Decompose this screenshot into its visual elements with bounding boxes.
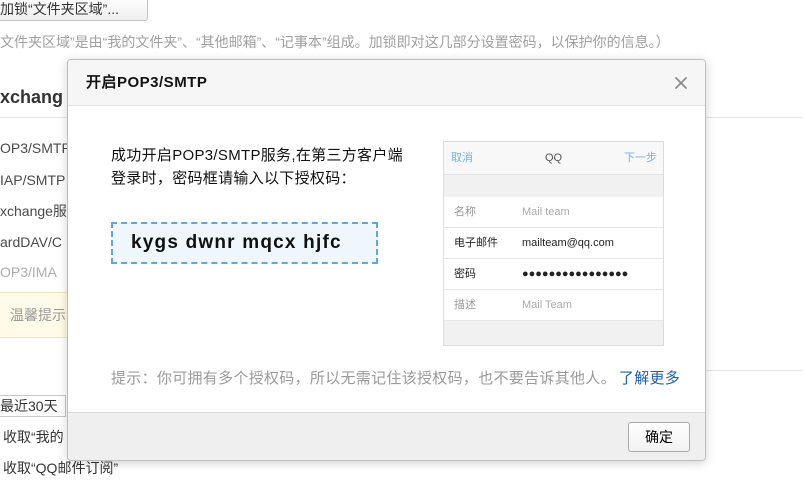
- notice-label: 温馨提示: [10, 307, 66, 323]
- enable-pop3-smtp-dialog: 开启POP3/SMTP 成功开启POP3/SMTP服务,在第三方客户端 登录时，…: [67, 59, 706, 461]
- tip-text: 提示：你可拥有多个授权码，所以无需记住该授权码，也不要告诉其他人。: [111, 370, 616, 387]
- example-field-row: 密码 ●●●●●●●●●●●●●●●●: [444, 259, 663, 290]
- example-field-value: mailteam@qq.com: [522, 237, 614, 249]
- example-field-row: 描述 Mail Team: [444, 290, 663, 321]
- example-field-label: 名称: [454, 206, 476, 218]
- period-select[interactable]: 最近30天: [0, 395, 66, 417]
- service-row-label: IAP/SMTP: [0, 172, 66, 188]
- services-section-heading: xchang: [0, 87, 64, 107]
- example-field-value: Mail Team: [522, 299, 572, 311]
- example-field-value: ●●●●●●●●●●●●●●●●: [522, 268, 629, 280]
- lock-folder-area-button[interactable]: 加锁“文件夹区域”...: [0, 0, 148, 21]
- lock-folder-note: 文件夹区域”是由“我的文件夹”、“其他邮箱”、“记事本”组成。加锁即对这几部分设…: [0, 34, 670, 50]
- dialog-footer: 确定: [68, 412, 705, 460]
- dialog-tip: 提示：你可拥有多个授权码，所以无需记住该授权码，也不要告诉其他人。 了解更多: [111, 369, 680, 389]
- dialog-title: 开启POP3/SMTP: [86, 74, 208, 91]
- example-next-label: 下一步: [624, 152, 657, 164]
- example-field-value: Mail team: [522, 206, 570, 218]
- dialog-header: 开启POP3/SMTP: [68, 60, 705, 106]
- example-field-label: 描述: [454, 299, 476, 311]
- service-row-label: xchange服: [0, 203, 67, 219]
- example-field-label: 密码: [454, 268, 476, 280]
- auth-code[interactable]: kygs dwnr mqcx hjfc: [131, 224, 342, 262]
- example-field-label: 电子邮件: [454, 237, 498, 249]
- example-field-row: 名称 Mail team: [444, 197, 663, 228]
- auth-code-box: kygs dwnr mqcx hjfc: [111, 222, 378, 264]
- confirm-button[interactable]: 确定: [628, 422, 690, 452]
- dialog-message: 成功开启POP3/SMTP服务,在第三方客户端 登录时，密码框请输入以下授权码：: [111, 144, 403, 190]
- close-icon-glyph: [675, 77, 687, 89]
- client-setup-example-image: QQ 取消 下一步 名称 Mail team 电子邮件 mailteam@qq.…: [443, 141, 664, 346]
- service-row-label: OP3/SMTP: [0, 140, 71, 156]
- example-cancel-label: 取消: [451, 152, 473, 164]
- example-form: 名称 Mail team 电子邮件 mailteam@qq.com 密码 ●●●…: [444, 197, 663, 321]
- message-line: 登录时，密码框请输入以下授权码：: [111, 170, 356, 187]
- service-row-label: ardDAV/C: [0, 234, 62, 250]
- example-field-row: 电子邮件 mailteam@qq.com: [444, 228, 663, 259]
- close-icon[interactable]: [674, 76, 688, 90]
- receive-option[interactable]: 收取“我的: [3, 428, 64, 446]
- example-nav-bar: QQ 取消 下一步: [444, 142, 663, 175]
- message-line: 成功开启POP3/SMTP服务,在第三方客户端: [111, 147, 403, 164]
- receive-option[interactable]: 收取“QQ邮件订阅”: [3, 459, 118, 477]
- learn-more-link[interactable]: 了解更多: [619, 370, 680, 387]
- service-row-label: OP3/IMA: [0, 264, 57, 280]
